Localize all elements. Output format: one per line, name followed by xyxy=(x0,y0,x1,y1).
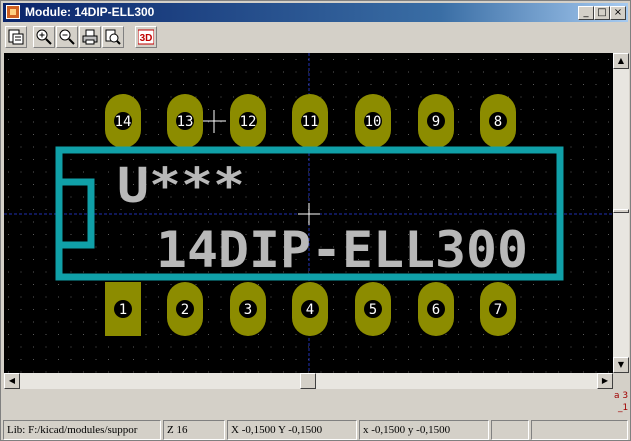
minimize-button[interactable]: _ xyxy=(578,6,594,20)
status-absolute-coords: X -0,1500 Y -0,1500 xyxy=(227,420,357,440)
app-icon xyxy=(6,5,20,19)
pad-number: 3 xyxy=(244,302,252,318)
pad-number: 8 xyxy=(494,114,502,130)
side-mark-bottom: _1 xyxy=(618,403,629,413)
status-relative-coords: x -0,1500 y -0,1500 xyxy=(359,420,489,440)
pad-4[interactable]: 4 xyxy=(292,282,328,336)
print-icon xyxy=(82,29,98,45)
print-button[interactable] xyxy=(79,26,101,48)
zoom-in-button[interactable] xyxy=(33,26,55,48)
scroll-up-button[interactable]: ▲ xyxy=(613,53,629,69)
horizontal-scroll-thumb[interactable] xyxy=(300,373,316,389)
zoom-out-icon xyxy=(59,29,75,45)
pad-number: 4 xyxy=(306,302,314,318)
status-zoom: Z 16 xyxy=(163,420,225,440)
pad-11[interactable]: 11 xyxy=(292,94,328,148)
pad-3[interactable]: 3 xyxy=(230,282,266,336)
module-editor-window: Module: 14DIP-ELL300 _ □ × 3D 14 13 12 1… xyxy=(0,0,631,441)
pad-10[interactable]: 10 xyxy=(355,94,391,148)
pad-2[interactable]: 2 xyxy=(167,282,203,336)
reference-text[interactable]: U*** xyxy=(117,158,245,214)
zoom-fit-button[interactable] xyxy=(102,26,124,48)
value-text[interactable]: 14DIP-ELL300 xyxy=(156,221,528,279)
view-3d-button[interactable]: 3D xyxy=(135,26,157,48)
window-title: Module: 14DIP-ELL300 xyxy=(25,5,155,19)
vertical-scroll-thumb[interactable] xyxy=(613,209,629,213)
status-field-empty-1 xyxy=(491,420,529,440)
pad-8[interactable]: 8 xyxy=(480,94,516,148)
status-field-empty-2 xyxy=(531,420,628,440)
pad-number: 11 xyxy=(302,114,319,130)
pad-13[interactable]: 13 xyxy=(167,94,203,148)
horizontal-scrollbar[interactable]: ◀ ▶ xyxy=(4,373,613,389)
close-button[interactable]: × xyxy=(610,6,626,20)
scroll-right-button[interactable]: ▶ xyxy=(597,373,613,389)
pad-9[interactable]: 9 xyxy=(418,94,454,148)
scroll-left-button[interactable]: ◀ xyxy=(4,373,20,389)
pad-number: 5 xyxy=(369,302,377,318)
pad-number: 10 xyxy=(365,114,382,130)
pad-7[interactable]: 7 xyxy=(480,282,516,336)
pad-number: 6 xyxy=(432,302,440,318)
pad-12[interactable]: 12 xyxy=(230,94,266,148)
module-icon xyxy=(8,29,24,45)
svg-text:3D: 3D xyxy=(140,33,153,44)
module-select-button[interactable] xyxy=(5,26,27,48)
zoom-in-icon xyxy=(36,29,52,45)
vertical-scrollbar[interactable]: ▲ ▼ xyxy=(613,53,629,373)
pad-1[interactable]: 1 xyxy=(105,282,141,336)
pad-number: 12 xyxy=(240,114,257,130)
side-mark-top: a 3 xyxy=(614,391,629,401)
status-bar: Lib: F:/kicad/modules/suppor Z 16 X -0,1… xyxy=(3,420,630,440)
maximize-button[interactable]: □ xyxy=(594,6,610,20)
3d-icon: 3D xyxy=(138,29,154,45)
pad-number: 7 xyxy=(494,302,502,318)
scroll-down-button[interactable]: ▼ xyxy=(613,357,629,373)
pad-number: 2 xyxy=(181,302,189,318)
side-info-strip: a 3 _1 xyxy=(613,389,629,421)
title-bar[interactable]: Module: 14DIP-ELL300 _ □ × xyxy=(3,3,628,22)
toolbar: 3D xyxy=(3,23,628,49)
zoom-fit-icon xyxy=(105,29,121,45)
status-library-path: Lib: F:/kicad/modules/suppor xyxy=(3,420,161,440)
pad-number: 13 xyxy=(177,114,194,130)
zoom-out-button[interactable] xyxy=(56,26,78,48)
pad-number: 9 xyxy=(432,114,440,130)
pad-5[interactable]: 5 xyxy=(355,282,391,336)
bottom-pad-row: 1 2 3 4 5 6 7 xyxy=(105,282,516,336)
pad-14[interactable]: 14 xyxy=(105,94,141,148)
top-pad-row: 14 13 12 11 10 9 8 xyxy=(105,94,516,148)
pad-number: 14 xyxy=(115,114,132,130)
pad-number: 1 xyxy=(119,302,127,318)
footprint-canvas[interactable]: 14 13 12 11 10 9 8 1234567 U*** 14DIP-ELL300 xyxy=(4,53,613,373)
pad-6[interactable]: 6 xyxy=(418,282,454,336)
cursor-crosshair xyxy=(203,110,226,133)
